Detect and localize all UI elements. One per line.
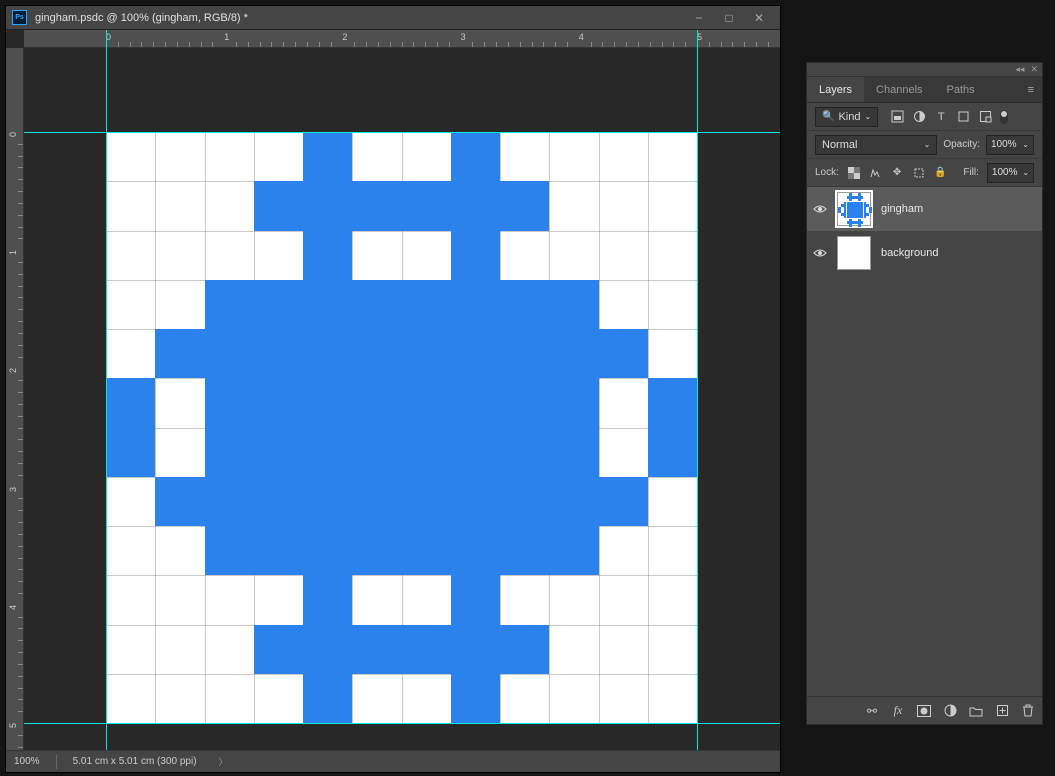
guide-horizontal-bottom[interactable] — [24, 723, 780, 724]
search-icon: 🔍 — [822, 111, 834, 122]
filter-kind-label: Kind — [838, 111, 860, 123]
tab-layers[interactable]: Layers — [807, 77, 864, 102]
document-window: Ps gingham.psdc @ 100% (gingham, RGB/8) … — [5, 5, 781, 773]
filter-type-icon[interactable]: T — [934, 110, 948, 124]
lock-artboard-icon[interactable] — [912, 166, 926, 180]
filter-shape-icon[interactable] — [956, 110, 970, 124]
layer-name-label: gingham — [881, 203, 923, 215]
canvas-area[interactable] — [24, 48, 780, 750]
filter-icons: T — [890, 110, 1008, 124]
fill-value: 100% — [992, 167, 1018, 178]
panel-close-icon[interactable]: ✕ — [1030, 64, 1038, 75]
layer-fx-icon[interactable]: fx — [890, 703, 906, 719]
lock-transparency-icon[interactable] — [847, 166, 861, 180]
lock-label: Lock: — [815, 167, 839, 178]
document-info[interactable]: 5.01 cm x 5.01 cm (300 ppi) — [73, 756, 197, 767]
zoom-level[interactable]: 100% — [14, 756, 40, 767]
photoshop-icon: Ps — [12, 10, 27, 25]
visibility-eye-icon[interactable] — [813, 246, 827, 260]
lock-row: Lock: ✥ 🔒 Fill: 100% ⌄ — [807, 159, 1042, 187]
blend-mode-value: Normal — [822, 139, 857, 151]
panel-menu-icon[interactable]: ≡ — [1020, 77, 1042, 102]
document-title: gingham.psdc @ 100% (gingham, RGB/8) * — [35, 12, 676, 24]
panel-tabs: Layers Channels Paths ≡ — [807, 77, 1042, 103]
guide-horizontal-top[interactable] — [24, 132, 780, 133]
canvas[interactable] — [106, 132, 697, 723]
filter-kind-select[interactable]: 🔍 Kind ⌄ — [815, 107, 878, 127]
lock-image-icon[interactable] — [869, 166, 883, 180]
filter-toggle-icon[interactable] — [1000, 110, 1008, 124]
document-titlebar: Ps gingham.psdc @ 100% (gingham, RGB/8) … — [6, 6, 780, 30]
opacity-label: Opacity: — [943, 139, 980, 150]
statusbar: 100% 5.01 cm x 5.01 cm (300 ppi) 〉 — [6, 750, 780, 772]
layer-row[interactable]: background — [807, 231, 1042, 275]
filter-pixel-icon[interactable] — [890, 110, 904, 124]
link-layers-icon[interactable]: ⚯ — [864, 703, 880, 719]
guide-vertical-left[interactable] — [106, 30, 107, 750]
collapse-icon[interactable]: ◂◂ — [1015, 64, 1024, 75]
window-buttons: − □ ✕ — [684, 8, 774, 28]
chevron-down-icon: ⌄ — [924, 140, 931, 149]
chevron-down-icon: ⌄ — [1022, 168, 1029, 177]
filter-smartobject-icon[interactable] — [978, 110, 992, 124]
layers-panel: ◂◂ ✕ Layers Channels Paths ≡ 🔍 Kind ⌄ T … — [806, 62, 1043, 725]
layer-list: gingham background — [807, 187, 1042, 696]
chevron-down-icon: ⌄ — [864, 112, 871, 121]
blend-mode-select[interactable]: Normal ⌄ — [815, 135, 937, 155]
close-button[interactable]: ✕ — [744, 8, 774, 28]
ruler-vertical[interactable]: 012345 — [6, 48, 24, 750]
lock-all-icon[interactable]: 🔒 — [934, 166, 948, 180]
visibility-eye-icon[interactable] — [813, 202, 827, 216]
status-separator — [56, 755, 57, 769]
tab-paths[interactable]: Paths — [935, 77, 987, 102]
tab-channels[interactable]: Channels — [864, 77, 934, 102]
delete-layer-icon[interactable] — [1020, 703, 1036, 719]
minimize-button[interactable]: − — [684, 8, 714, 28]
layer-name-label: background — [881, 247, 939, 259]
document-body: 012345 012345 100% 5.01 cm x 5.01 cm (30… — [6, 30, 780, 772]
chevron-down-icon: ⌄ — [1022, 140, 1029, 149]
opacity-input[interactable]: 100% ⌄ — [986, 135, 1034, 155]
layer-thumbnail[interactable] — [837, 192, 871, 226]
maximize-button[interactable]: □ — [714, 8, 744, 28]
group-icon[interactable] — [968, 703, 984, 719]
layer-mask-icon[interactable] — [916, 703, 932, 719]
fill-input[interactable]: 100% ⌄ — [987, 163, 1034, 183]
filter-adjustment-icon[interactable] — [912, 110, 926, 124]
panel-topbar: ◂◂ ✕ — [807, 63, 1042, 77]
layer-thumbnail[interactable] — [837, 236, 871, 270]
layer-filter-row: 🔍 Kind ⌄ T — [807, 103, 1042, 131]
layer-row[interactable]: gingham — [807, 187, 1042, 231]
adjustment-layer-icon[interactable] — [942, 703, 958, 719]
new-layer-icon[interactable] — [994, 703, 1010, 719]
status-chevron-icon[interactable]: 〉 — [219, 755, 228, 768]
guide-vertical-right[interactable] — [697, 30, 698, 750]
panel-bottom-toolbar: ⚯ fx — [807, 696, 1042, 724]
blend-mode-row: Normal ⌄ Opacity: 100% ⌄ — [807, 131, 1042, 159]
opacity-value: 100% — [991, 139, 1017, 150]
lock-position-icon[interactable]: ✥ — [890, 166, 904, 180]
fill-label: Fill: — [963, 167, 979, 178]
ruler-horizontal[interactable]: 012345 — [24, 30, 780, 48]
